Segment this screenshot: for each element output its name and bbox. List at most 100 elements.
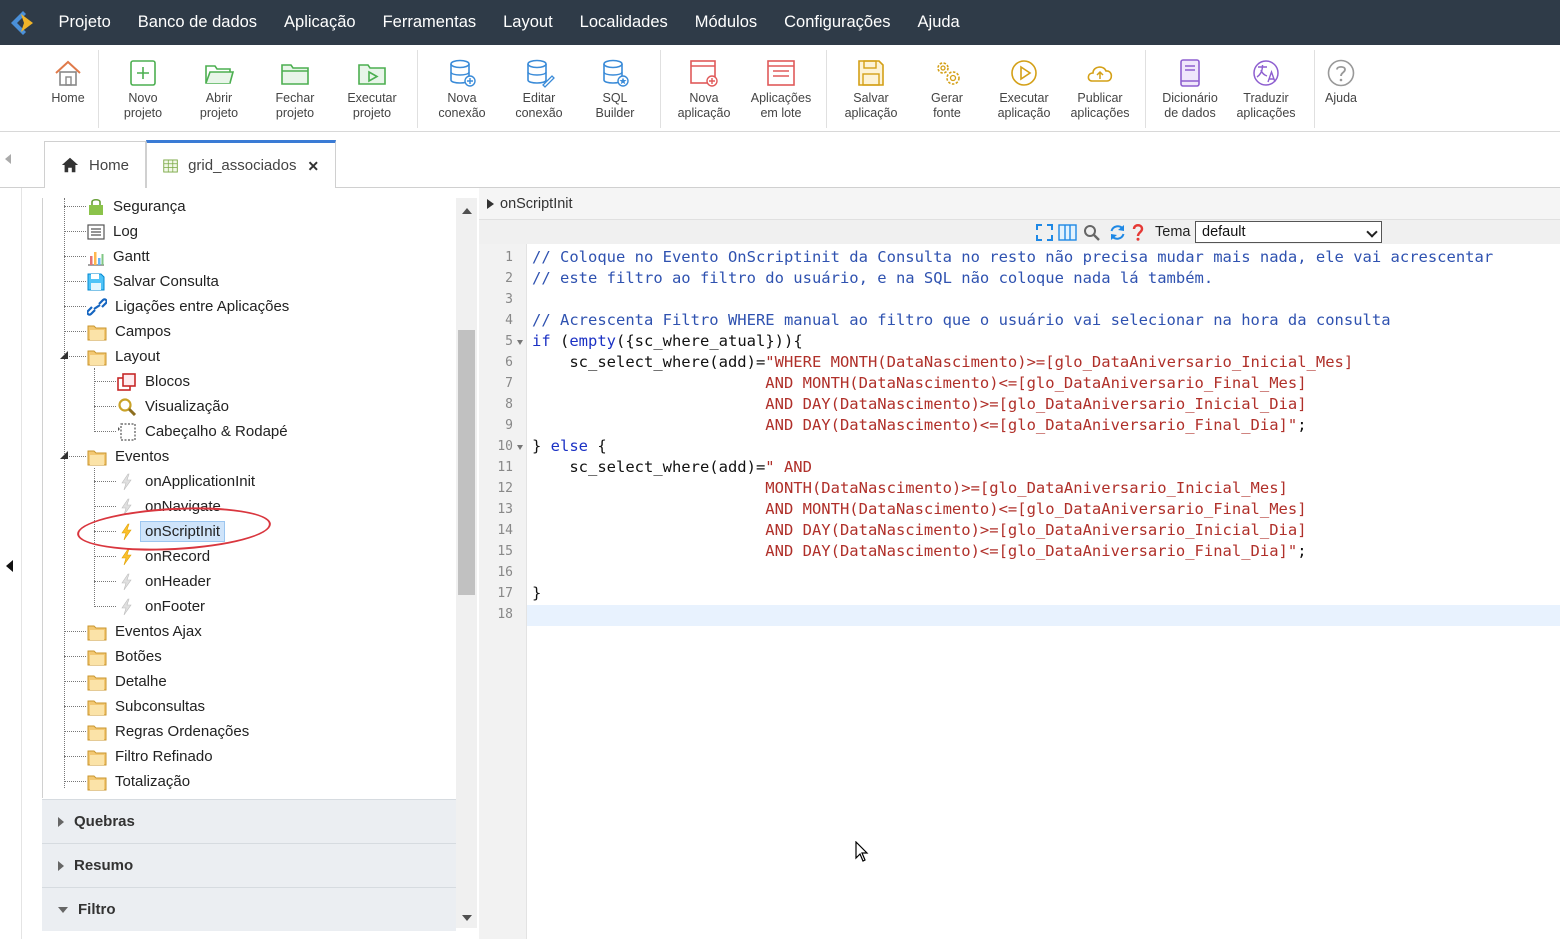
- tree-item-log[interactable]: Log: [87, 219, 138, 244]
- tree-item-seguranca[interactable]: Segurança: [87, 198, 186, 219]
- tree-item-visualizacao[interactable]: Visualização: [117, 394, 229, 419]
- tree-item-cabecalho-rodape[interactable]: Cabeçalho & Rodapé: [117, 419, 288, 444]
- tree-item-ligacoes[interactable]: Ligações entre Aplicações: [87, 294, 289, 319]
- translate-icon: [1253, 60, 1279, 86]
- menu-aplicacao[interactable]: Aplicação: [271, 0, 370, 45]
- log-icon: [87, 223, 105, 240]
- blocks-icon: [117, 372, 136, 391]
- tree-item-botoes[interactable]: Botões: [87, 644, 162, 669]
- editor-title-bar[interactable]: onScriptInit: [479, 188, 1560, 220]
- publicar-aplicacoes-button[interactable]: Publicar aplicações: [1064, 45, 1136, 132]
- scroll-down-icon[interactable]: [462, 915, 472, 921]
- collapse-toolbar-icon[interactable]: [3, 152, 13, 166]
- fold-arrow-icon[interactable]: [517, 445, 523, 450]
- section-resumo[interactable]: Resumo: [42, 843, 456, 887]
- novo-projeto-button[interactable]: Novo projeto: [110, 45, 176, 132]
- tree-item-gantt[interactable]: Gantt: [87, 244, 150, 269]
- editar-conexao-button[interactable]: Editar conexão: [505, 45, 573, 132]
- folder-icon: [87, 675, 107, 690]
- gerar-fonte-button[interactable]: Gerar fonte: [914, 45, 980, 132]
- aplicacoes-em-lote-button[interactable]: Aplicações em lote: [745, 45, 817, 132]
- tree-item-filtro-refinado[interactable]: Filtro Refinado: [87, 744, 213, 769]
- sql-builder-button[interactable]: SQL Builder: [582, 45, 648, 132]
- expand-arrow-icon: [487, 198, 494, 209]
- tree-connector: [94, 381, 116, 382]
- line-number: 1: [505, 250, 513, 265]
- help-icon: [1327, 59, 1355, 87]
- section-quebras[interactable]: Quebras: [42, 799, 456, 843]
- close-tab-icon[interactable]: [308, 159, 319, 173]
- theme-select[interactable]: default: [1195, 221, 1382, 243]
- tree-scrollbar-thumb[interactable]: [458, 330, 475, 595]
- tree-item-regras-ordenacoes[interactable]: Regras Ordenações: [87, 719, 249, 744]
- menu-ajuda[interactable]: Ajuda: [904, 0, 973, 45]
- home-icon: [61, 157, 79, 173]
- scriptcase-logo[interactable]: [0, 0, 45, 45]
- menu-ferramentas[interactable]: Ferramentas: [369, 0, 490, 45]
- tab-home[interactable]: Home: [44, 141, 146, 188]
- tree-item-eventos[interactable]: Eventos: [87, 444, 169, 469]
- tree-item-onheader[interactable]: onHeader: [117, 569, 211, 594]
- tree-item-campos[interactable]: Campos: [87, 319, 171, 344]
- menu-modulos[interactable]: Módulos: [681, 0, 770, 45]
- help-icon[interactable]: [1131, 224, 1145, 241]
- executar-projeto-button[interactable]: Executar projeto: [338, 45, 406, 132]
- salvar-aplicacao-button[interactable]: Salvar aplicação: [838, 45, 904, 132]
- tree-item-layout[interactable]: Layout: [87, 344, 160, 369]
- columns-icon[interactable]: [1058, 224, 1077, 241]
- code-line: AND DAY(DataNascimento)<=[glo_DataAniver…: [532, 542, 1307, 560]
- collapse-left-icon[interactable]: [6, 560, 13, 572]
- search-icon[interactable]: [1083, 224, 1100, 241]
- tree-item-totalizacao[interactable]: Totalização: [87, 769, 190, 794]
- traduzir-aplicacoes-button[interactable]: Traduzir aplicações: [1230, 45, 1302, 132]
- fold-arrow-icon[interactable]: [517, 340, 523, 345]
- line-number: 12: [497, 481, 513, 496]
- refresh-icon[interactable]: [1109, 224, 1126, 241]
- menu-localidades[interactable]: Localidades: [566, 0, 681, 45]
- tree-item-onscriptinit[interactable]: onScriptInit: [117, 519, 226, 544]
- ajuda-button[interactable]: Ajuda: [1318, 45, 1364, 132]
- tree-item-subconsultas[interactable]: Subconsultas: [87, 694, 205, 719]
- menu-layout[interactable]: Layout: [490, 0, 567, 45]
- code-line: // este filtro ao filtro do usuário, e n…: [532, 269, 1214, 287]
- collapse-arrow-icon: [58, 906, 68, 913]
- nova-conexao-button[interactable]: Nova conexão: [428, 45, 496, 132]
- fullscreen-icon[interactable]: [1036, 224, 1053, 241]
- menu-banco-de-dados[interactable]: Banco de dados: [124, 0, 270, 45]
- dicionario-de-dados-button[interactable]: Dicionário de dados: [1155, 45, 1225, 132]
- scroll-up-icon[interactable]: [462, 208, 472, 214]
- grid-icon: [163, 159, 178, 172]
- tree-connector: [64, 706, 86, 707]
- tree-item-onnavigate[interactable]: onNavigate: [117, 494, 221, 519]
- collapse-layout-icon[interactable]: [59, 350, 69, 360]
- line-number: 3: [505, 292, 513, 307]
- tabs-bar: Home grid_associados: [0, 132, 1560, 188]
- tree-item-onapplicationinit[interactable]: onApplicationInit: [117, 469, 255, 494]
- menu-items: Projeto Banco de dados Aplicação Ferrame…: [45, 0, 973, 45]
- line-number: 14: [497, 523, 513, 538]
- editor-title: onScriptInit: [500, 195, 573, 212]
- tab-grid-associados[interactable]: grid_associados: [146, 140, 336, 188]
- section-filtro[interactable]: Filtro: [42, 887, 456, 931]
- line-number: 2: [505, 271, 513, 286]
- tree-connector: [94, 406, 116, 407]
- tree-item-salvar-consulta[interactable]: Salvar Consulta: [87, 269, 219, 294]
- menu-projeto[interactable]: Projeto: [45, 0, 124, 45]
- fechar-projeto-button[interactable]: Fechar projeto: [262, 45, 328, 132]
- menu-configuracoes[interactable]: Configurações: [771, 0, 904, 45]
- gantt-chart-icon: [88, 251, 104, 266]
- tree-item-eventos-ajax[interactable]: Eventos Ajax: [87, 619, 202, 644]
- executar-aplicacao-button[interactable]: Executar aplicação: [990, 45, 1058, 132]
- abrir-projeto-button[interactable]: Abrir projeto: [186, 45, 252, 132]
- left-collapse-strip[interactable]: [0, 188, 22, 939]
- tree-item-onfooter[interactable]: onFooter: [117, 594, 205, 619]
- tree-connector: [64, 331, 86, 332]
- home-button[interactable]: Home: [40, 45, 96, 132]
- tree-item-blocos[interactable]: Blocos: [117, 369, 190, 394]
- collapse-eventos-icon[interactable]: [59, 450, 69, 460]
- nova-aplicacao-button[interactable]: Nova aplicação: [670, 45, 738, 132]
- code-line: AND DAY(DataNascimento)>=[glo_DataAniver…: [532, 395, 1307, 413]
- tree-item-detalhe[interactable]: Detalhe: [87, 669, 167, 694]
- folder-icon: [87, 775, 107, 790]
- tree-item-onrecord[interactable]: onRecord: [117, 544, 210, 569]
